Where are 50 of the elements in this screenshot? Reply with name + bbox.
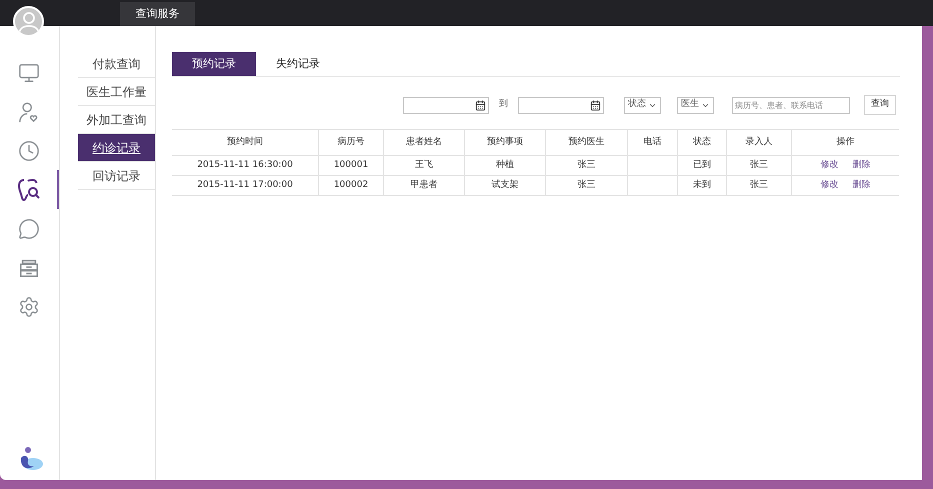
table-cell: 王飞 [384,156,465,175]
table-cell: 张三 [727,176,792,195]
table-cell: 未到 [678,176,727,195]
settings-icon [18,296,40,318]
table-cell: 2015-11-11 17:00:00 [172,176,319,195]
calendar-icon [475,100,486,110]
submenu-item[interactable]: 付款查询 [78,50,155,78]
table-cell: 种植 [465,156,546,175]
tab[interactable]: 失约记录 [256,52,340,76]
table-cell: 甲患者 [384,176,465,195]
submenu-item[interactable]: 回访记录 [78,162,155,190]
column-header: 状态 [678,130,727,155]
search-field[interactable]: 病历号、患者、联系电话 [732,96,850,114]
user-heart-icon [18,100,40,122]
column-header: 预约事项 [465,130,546,155]
top-tab[interactable]: 查询服务 [120,2,195,26]
avatar[interactable] [13,6,44,37]
action-link[interactable]: 修改 [820,178,838,192]
column-header: 预约医生 [546,130,628,155]
chat-bubble-icon [18,218,40,240]
submenu-item[interactable]: 医生工作量 [78,78,155,106]
table-cell: 已到 [678,156,727,175]
table-cell: 2015-11-11 16:30:00 [172,156,319,175]
column-header: 预约时间 [172,130,319,155]
table-cell: 张三 [546,156,628,175]
column-header: 录入人 [727,130,792,155]
tab[interactable]: 预约记录 [172,52,256,76]
table-cell: 100002 [319,176,384,195]
calendar-icon [590,100,601,110]
submenu-item[interactable]: 约诊记录 [78,134,155,162]
table-cell: 100001 [319,156,384,175]
status-select[interactable]: 状态 [624,96,661,114]
to-label: 到 [499,98,508,112]
column-header: 电话 [628,130,678,155]
doctor-select[interactable]: 医生 [677,96,714,114]
action-link[interactable]: 删除 [852,158,870,172]
clock-icon [18,140,40,162]
column-header: 病历号 [319,130,384,155]
start-date-field[interactable] [403,96,489,114]
tooth-search-icon [16,178,40,202]
action-link[interactable]: 删除 [852,178,870,192]
table-cell: 张三 [546,176,628,195]
query-button[interactable]: 查询 [864,95,896,115]
end-date-field[interactable] [518,96,604,114]
monitor-icon [18,62,40,84]
table-cell: 试支架 [465,176,546,195]
action-link[interactable]: 修改 [820,158,838,172]
column-header: 患者姓名 [384,130,465,155]
table-cell: 张三 [727,156,792,175]
column-header: 操作 [836,136,856,149]
